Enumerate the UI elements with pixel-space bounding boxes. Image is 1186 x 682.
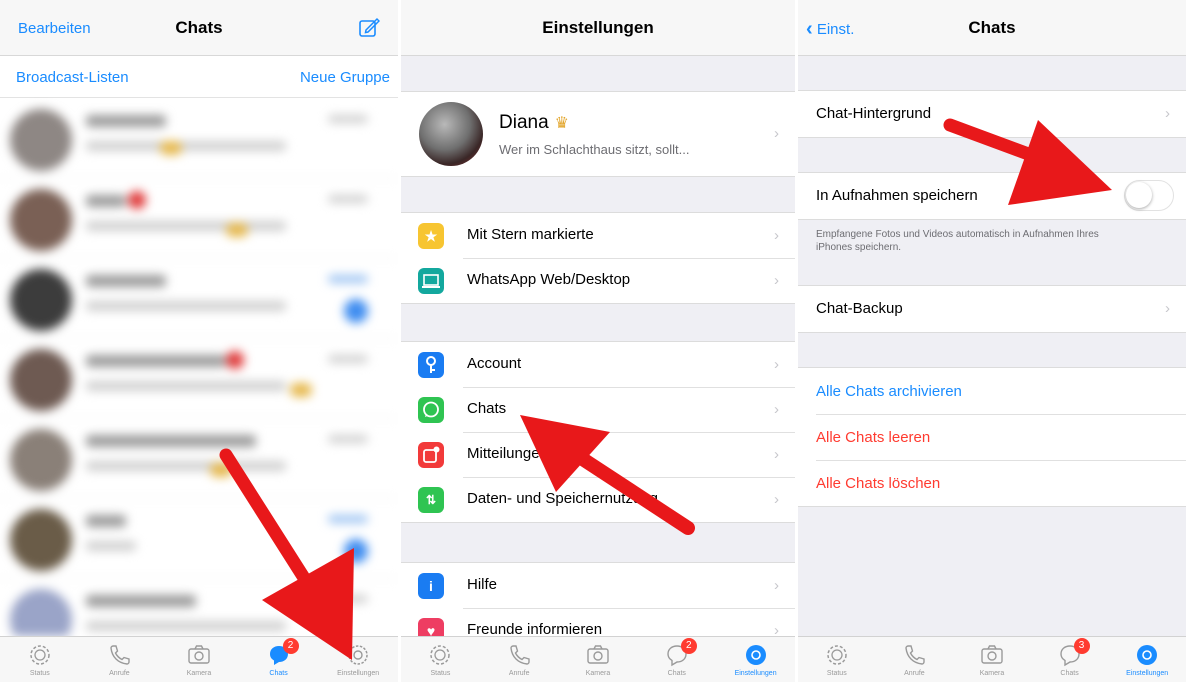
tab-settings[interactable]: Einstellungen [1108,637,1186,682]
info-icon: i [418,573,444,599]
settings-item-account[interactable]: Account › [401,342,795,387]
star-icon: ★ [418,223,444,249]
new-group-link[interactable]: Neue Gruppe [300,69,390,86]
profile-status: Wer im Schlachthaus sitzt, sollt... [499,142,690,157]
save-footnote: Empfangene Fotos und Videos automatisch … [816,229,1099,253]
chevron-right-icon: › [774,491,779,508]
unread-badge: 2 [282,638,299,654]
chats-list-screen: Bearbeiten Chats Broadcast-Listen Neue G… [0,0,398,682]
tab-bar: Status Anrufe Kamera 3 Chats Einstellung… [798,636,1186,682]
status-icon [30,645,50,665]
settings-icon [1137,645,1158,665]
notification-icon [418,442,444,468]
tab-camera[interactable]: Kamera [159,637,239,682]
tab-bar: Status Anrufe Kamera 2 Chats Einstellung… [401,636,795,682]
profile-row[interactable]: Diana ♛ Wer im Schlachthaus sitzt, sollt.… [401,91,795,177]
chevron-right-icon: › [774,446,779,463]
chevron-right-icon: › [1165,105,1170,122]
settings-item-starred[interactable]: ★ Mit Stern markierte › [401,213,795,258]
tab-calls[interactable]: Anrufe [480,637,559,682]
tab-status[interactable]: Status [798,637,876,682]
chevron-right-icon: › [774,272,779,289]
settings-icon [745,645,766,665]
phone-icon [905,645,926,665]
chevron-right-icon: › [774,401,779,418]
crown-icon: ♛ [554,115,569,132]
tab-chats[interactable]: 2 Chats [637,637,716,682]
chevron-right-icon: › [1165,300,1170,317]
chat-row[interactable] [0,179,398,259]
phone-icon [510,645,530,665]
status-icon [827,645,847,665]
camera-icon [587,645,609,664]
chat-row[interactable] [0,259,398,339]
chat-row[interactable] [0,99,398,179]
tab-status[interactable]: Status [0,637,80,682]
settings-item-chats[interactable]: Chats › [401,387,795,432]
tab-camera[interactable]: Kamera [559,637,638,682]
tab-chats[interactable]: 2 Chats [239,637,319,682]
whatsapp-icon [418,397,444,423]
backup-group: Chat-Backup › [798,285,1186,333]
save-media-group: In Aufnahmen speichern [798,172,1186,220]
chevron-right-icon: › [774,125,779,142]
navigation-bar: ‹ Einst. Chats [798,0,1186,56]
tab-status[interactable]: Status [401,637,480,682]
phone-icon [110,645,131,665]
page-title: Chats [968,18,1016,37]
settings-icon [348,645,368,665]
save-to-camera-roll-toggle[interactable] [1124,180,1174,211]
tab-calls[interactable]: Anrufe [876,637,954,682]
chat-backup-item[interactable]: Chat-Backup › [798,286,1186,332]
tab-settings[interactable]: Einstellungen [318,637,398,682]
navigation-bar: Bearbeiten Chats [0,0,398,56]
chat-row[interactable] [0,339,398,419]
chat-wallpaper-group: Chat-Hintergrund › [798,90,1186,138]
chat-row[interactable] [0,419,398,499]
delete-all-chats-button[interactable]: Alle Chats löschen [798,460,1186,506]
chat-row[interactable] [0,579,398,636]
chevron-right-icon: › [774,356,779,373]
avatar [419,102,483,166]
chat-wallpaper-item[interactable]: Chat-Hintergrund › [798,91,1186,137]
compose-icon[interactable] [358,17,380,39]
tab-calls[interactable]: Anrufe [80,637,160,682]
chevron-right-icon: › [774,227,779,244]
data-icon: ⇅ [418,487,444,513]
status-icon [430,645,451,665]
chat-actions-group: Alle Chats archivieren Alle Chats leeren… [798,367,1186,507]
toggle-knob [1126,182,1152,208]
tab-chats[interactable]: 3 Chats [1031,637,1109,682]
archive-all-chats-button[interactable]: Alle Chats archivieren [798,368,1186,414]
chat-row[interactable] [0,499,398,579]
save-to-camera-roll-item: In Aufnahmen speichern [798,173,1186,219]
laptop-icon [418,268,444,294]
unread-badge: 2 [680,638,697,654]
camera-icon [188,645,210,664]
settings-item-data[interactable]: ⇅ Daten- und Speichernutzung › [401,477,795,522]
broadcast-lists-link[interactable]: Broadcast-Listen [16,69,129,86]
clear-all-chats-button[interactable]: Alle Chats leeren [798,414,1186,460]
settings-group-2: Account › Chats › Mitteilungen › ⇅ Daten… [401,341,795,523]
chat-list-blurred [0,99,398,636]
profile-name: Diana [499,112,549,133]
chat-settings-screen: ‹ Einst. Chats Chat-Hintergrund › In Auf… [798,0,1186,682]
list-actions-bar: Broadcast-Listen Neue Gruppe [0,56,398,98]
tab-camera[interactable]: Kamera [953,637,1031,682]
settings-item-notifications[interactable]: Mitteilungen › [401,432,795,477]
key-icon [418,352,444,378]
chevron-right-icon: › [774,577,779,594]
navigation-bar: Einstellungen [401,0,795,56]
camera-icon [981,645,1003,664]
settings-screen: Einstellungen Diana ♛ Wer im Schlachthaus… [401,0,795,682]
page-title: Einstellungen [542,18,654,37]
settings-item-web[interactable]: WhatsApp Web/Desktop › [401,258,795,303]
page-title: Chats [175,18,223,37]
settings-item-help[interactable]: i Hilfe › [401,563,795,608]
tab-bar: Status Anrufe Kamera 2 Chats Einstellung… [0,636,398,682]
settings-group-1: ★ Mit Stern markierte › WhatsApp Web/Des… [401,212,795,304]
unread-badge: 3 [1073,638,1090,654]
tab-settings[interactable]: Einstellungen [716,637,795,682]
